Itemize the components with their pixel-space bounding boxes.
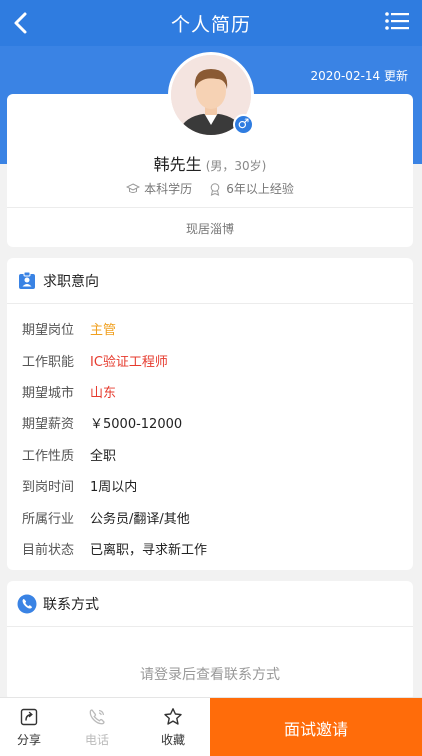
menu-list-icon[interactable] xyxy=(384,10,410,32)
update-date: 2020-02-14 更新 xyxy=(310,69,408,83)
field-label: 到岗时间 xyxy=(22,480,75,496)
list-item: 期望岗位 主管 xyxy=(22,313,413,344)
location-text: 现居淄博 xyxy=(185,222,234,236)
bottom-action-bar: 分享 电话 收藏 面试邀请 xyxy=(0,697,422,756)
graduation-cap-icon xyxy=(126,182,141,193)
field-label: 所属行业 xyxy=(22,511,75,527)
id-card-icon xyxy=(19,271,35,289)
list-item: 目前状态 已离职，寻求新工作 xyxy=(22,533,413,564)
field-value: 主管 xyxy=(90,323,117,339)
interview-invite-button[interactable]: 面试邀请 xyxy=(210,698,422,756)
field-label: 工作性质 xyxy=(22,448,75,464)
male-icon: ♂ xyxy=(233,114,254,135)
list-item: 所属行业 公务员/翻译/其他 xyxy=(22,501,413,532)
field-value: 已离职，寻求新工作 xyxy=(90,542,208,558)
favorite-button[interactable]: 收藏 xyxy=(136,698,210,756)
field-label: 目前状态 xyxy=(22,542,75,558)
meta-row: 本科学历 6年以上经验 xyxy=(7,180,413,197)
field-value: 山东 xyxy=(90,385,117,401)
nav-bar: 个人简历 xyxy=(0,0,422,46)
share-icon xyxy=(20,708,38,725)
share-label: 分享 xyxy=(16,732,41,747)
star-icon xyxy=(164,707,182,725)
login-to-view-contact[interactable]: 请登录后查看联系方式 xyxy=(7,664,413,684)
field-label: 工作职能 xyxy=(22,354,75,370)
phone-label: 电话 xyxy=(84,732,109,747)
experience-text: 6年以上经验 xyxy=(226,182,294,196)
field-label: 期望岗位 xyxy=(22,323,75,339)
job-intent-card: 求职意向 期望岗位 主管 工作职能 IC验证工程师 期望城市 山东 期望薪资 ￥… xyxy=(7,258,413,570)
phone-call-icon xyxy=(89,708,105,724)
contact-header: 联系方式 xyxy=(7,581,413,627)
list-item: 期望城市 山东 xyxy=(22,376,413,407)
list-item: 工作性质 全职 xyxy=(22,439,413,470)
education-text: 本科学历 xyxy=(144,182,193,196)
list-item: 工作职能 IC验证工程师 xyxy=(22,344,413,375)
page-title: 个人简历 xyxy=(170,13,251,36)
field-value: IC验证工程师 xyxy=(90,354,168,370)
list-item: 到岗时间 1周以内 xyxy=(22,470,413,501)
field-value: 公务员/翻译/其他 xyxy=(90,511,190,527)
back-arrow-icon[interactable] xyxy=(6,6,36,40)
field-value: 全职 xyxy=(90,448,117,464)
contact-title: 联系方式 xyxy=(43,596,99,613)
job-intent-header: 求职意向 xyxy=(7,258,413,304)
field-label: 期望城市 xyxy=(22,385,75,401)
phone-button[interactable]: 电话 xyxy=(58,698,136,756)
job-intent-title: 求职意向 xyxy=(43,273,99,290)
name-row: 韩先生 (男，30岁) xyxy=(7,151,413,175)
candidate-name: 韩先生 xyxy=(153,155,202,174)
education-item: 本科学历 xyxy=(126,180,192,197)
field-value: ￥5000-12000 xyxy=(90,417,183,433)
experience-item: 6年以上经验 xyxy=(208,180,294,197)
phone-icon xyxy=(17,594,37,613)
field-value: 1周以内 xyxy=(90,480,138,496)
candidate-gender-age: (男，30岁) xyxy=(205,159,267,173)
job-intent-list: 期望岗位 主管 工作职能 IC验证工程师 期望城市 山东 期望薪资 ￥5000-… xyxy=(7,304,413,564)
favorite-label: 收藏 xyxy=(160,732,185,747)
share-button[interactable]: 分享 xyxy=(0,698,58,756)
contact-card: 联系方式 请登录后查看联系方式 xyxy=(7,581,413,701)
field-label: 期望薪资 xyxy=(22,417,75,433)
list-item: 期望薪资 ￥5000-12000 xyxy=(22,407,413,438)
profile-divider xyxy=(7,207,413,208)
award-icon xyxy=(210,182,220,196)
